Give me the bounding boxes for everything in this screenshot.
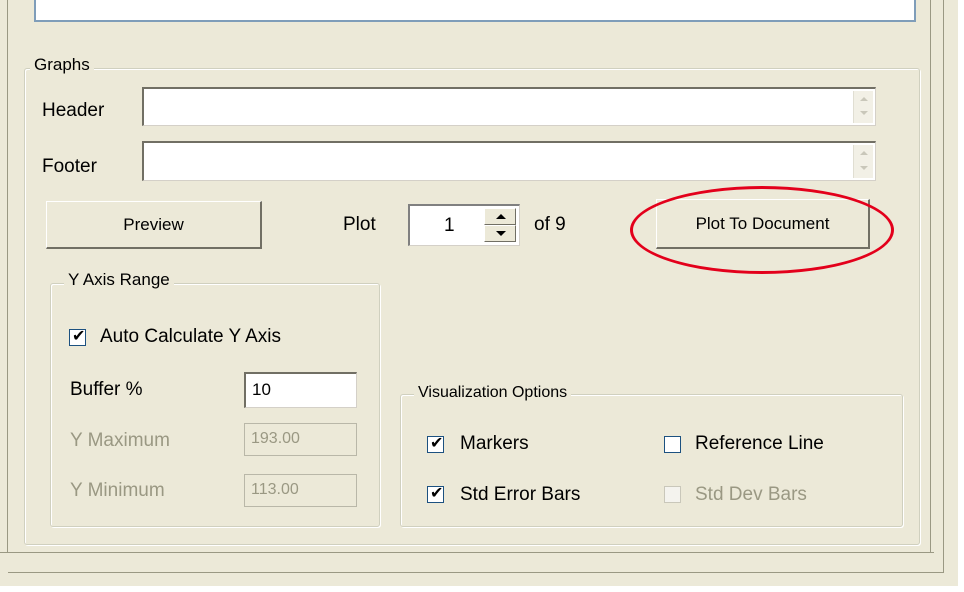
plot-label: Plot bbox=[343, 214, 376, 235]
scroll-up-icon[interactable] bbox=[860, 97, 868, 101]
highlight-circle-annotation bbox=[630, 186, 894, 274]
buffer-input-value: 10 bbox=[252, 380, 271, 399]
plot-number-spinner[interactable]: 1 bbox=[408, 204, 520, 246]
std-error-bars-label[interactable]: Std Error Bars bbox=[460, 484, 580, 506]
visualization-options-legend: Visualization Options bbox=[414, 384, 572, 402]
preview-button[interactable]: Preview bbox=[46, 201, 262, 249]
scroll-down-icon[interactable] bbox=[860, 111, 868, 115]
y-maximum-label: Y Maximum bbox=[70, 430, 170, 451]
footer-scroll-arrows[interactable] bbox=[853, 145, 873, 178]
header-input[interactable] bbox=[142, 87, 876, 126]
std-dev-bars-label: Std Dev Bars bbox=[695, 484, 807, 505]
panel-bottom-edge bbox=[0, 552, 934, 553]
buffer-input[interactable]: 10 bbox=[244, 372, 357, 408]
header-label: Header bbox=[42, 100, 105, 121]
header-scroll-arrows[interactable] bbox=[853, 91, 873, 123]
y-maximum-input[interactable]: 193.00 bbox=[244, 423, 357, 456]
y-minimum-input[interactable]: 113.00 bbox=[244, 474, 357, 507]
auto-calculate-label[interactable]: Auto Calculate Y Axis bbox=[100, 326, 281, 348]
reference-line-label[interactable]: Reference Line bbox=[695, 433, 824, 455]
markers-checkbox[interactable]: ✔ bbox=[427, 435, 444, 453]
panel-right-edge bbox=[930, 0, 931, 552]
markers-label[interactable]: Markers bbox=[460, 433, 529, 455]
auto-calculate-checkbox[interactable]: ✔ bbox=[69, 328, 86, 346]
scroll-up-icon[interactable] bbox=[860, 151, 868, 155]
std-dev-bars-checkbox bbox=[664, 486, 681, 503]
outer-right-edge bbox=[943, 0, 944, 573]
footer-label: Footer bbox=[42, 156, 97, 177]
top-text-area[interactable] bbox=[34, 0, 916, 22]
reference-line-checkbox[interactable] bbox=[664, 436, 681, 453]
y-minimum-label: Y Minimum bbox=[70, 480, 165, 501]
spin-up-button[interactable] bbox=[484, 208, 516, 225]
plot-number-value: 1 bbox=[444, 215, 455, 236]
checkmark-icon: ✔ bbox=[72, 328, 86, 345]
visualization-options-group bbox=[400, 394, 903, 527]
outer-bottom-edge bbox=[8, 572, 944, 573]
buffer-label: Buffer % bbox=[70, 379, 143, 400]
checkmark-icon: ✔ bbox=[430, 485, 444, 502]
plot-count-label: of 9 bbox=[534, 214, 566, 235]
footer-input[interactable] bbox=[142, 141, 876, 181]
scroll-down-icon[interactable] bbox=[860, 166, 868, 170]
spin-down-arrow-icon bbox=[496, 231, 506, 236]
checkmark-icon: ✔ bbox=[430, 435, 444, 452]
spin-up-arrow-icon bbox=[496, 214, 506, 219]
spin-down-button[interactable] bbox=[484, 225, 516, 242]
y-axis-range-legend: Y Axis Range bbox=[64, 270, 174, 290]
graphs-group-legend: Graphs bbox=[30, 55, 94, 75]
std-error-bars-checkbox[interactable]: ✔ bbox=[427, 485, 444, 503]
panel-left-edge bbox=[0, 0, 8, 552]
